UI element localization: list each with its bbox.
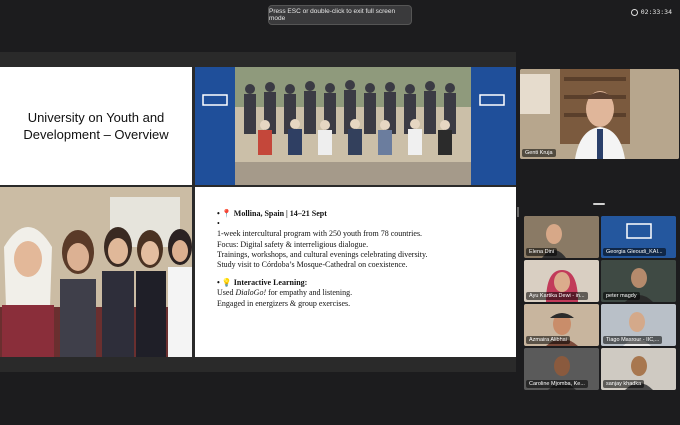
participant-tile[interactable]: peter magdy xyxy=(601,260,676,302)
bullet-item: Engaged in energizers & group exercises. xyxy=(217,298,351,308)
participant-tile[interactable]: Georgia Gleoudi_KAI... xyxy=(601,216,676,258)
learning-heading-line: • 💡 Interactive Learning: xyxy=(217,278,308,288)
bullet-item: Used DialoGo! for empathy and listening. xyxy=(217,288,502,298)
participants-photo xyxy=(0,187,192,357)
recording-clock: 02:33:34 xyxy=(630,6,672,18)
participant-tile[interactable]: Elena Dini xyxy=(524,216,599,258)
exit-fullscreen-banner[interactable]: Press ESC or double-click to exit full s… xyxy=(268,5,412,25)
bullet-suffix: for empathy and listening. xyxy=(266,288,353,298)
slide-content-panel: • 📍 Mollina, Spain | 14–21 Sept • 1-week… xyxy=(195,187,516,357)
clock-time: 02:33:34 xyxy=(640,8,672,16)
bullet-item: 1-week intercultural program with 250 yo… xyxy=(217,229,423,239)
participant-name: Georgia Gleoudi_KAI... xyxy=(603,248,666,256)
bullet-item: Trainings, workshops, and cultural eveni… xyxy=(217,249,428,259)
gallery-drag-handle[interactable] xyxy=(593,203,605,205)
clock-icon xyxy=(630,8,638,16)
slide-title: University on Youth and Development – Ov… xyxy=(23,110,169,142)
bullet-item: Study visit to Córdoba’s Mosque-Cathedra… xyxy=(217,260,408,270)
bullet-prefix: Used xyxy=(217,288,236,298)
group-photo xyxy=(195,67,516,185)
shared-slide: University on Youth and Development – Ov… xyxy=(0,52,516,372)
participant-name: Caroline Mjomba, Ke... xyxy=(526,380,588,388)
active-speaker-video[interactable]: Genti Kruja xyxy=(520,69,679,159)
participant-name: Ayu Kartika Dewi - in... xyxy=(526,292,588,300)
participant-name: Genti Kruja xyxy=(522,149,556,157)
participant-tile[interactable]: sanjay khadka xyxy=(601,348,676,390)
exit-fullscreen-text: Press ESC or double-click to exit full s… xyxy=(269,8,396,22)
lightbulb-icon: 💡 xyxy=(221,278,232,288)
participant-name: Azmaira Alibhai xyxy=(526,336,570,344)
empty-bullet: • xyxy=(217,219,220,229)
participant-name: sanjay khadka xyxy=(603,380,645,388)
location-heading-line: • 📍 Mollina, Spain | 14–21 Sept xyxy=(217,209,327,218)
panel-divider-handle[interactable] xyxy=(517,207,519,217)
slide-title-panel: University on Youth and Development – Ov… xyxy=(0,67,192,185)
dialogo-name: DialoGo! xyxy=(235,288,267,298)
participant-name: peter magdy xyxy=(603,292,640,300)
participant-tile[interactable]: Tiago Masrour - IIC,... xyxy=(601,304,676,346)
participant-name: Tiago Masrour - IIC,... xyxy=(603,336,663,344)
participant-tile[interactable]: Ayu Kartika Dewi - in... xyxy=(524,260,599,302)
location-heading: Mollina, Spain | 14–21 Sept xyxy=(233,209,327,218)
participant-tile[interactable]: Caroline Mjomba, Ke... xyxy=(524,348,599,390)
pin-icon: 📍 xyxy=(221,209,232,218)
participant-name: Elena Dini xyxy=(526,248,558,256)
bullet-item: Focus: Digital safety & interreligious d… xyxy=(217,239,369,249)
fullscreen-meeting-window: Press ESC or double-click to exit full s… xyxy=(0,0,680,425)
participant-tile[interactable]: Azmaira Alibhai xyxy=(524,304,599,346)
learning-heading: Interactive Learning: xyxy=(233,278,308,288)
